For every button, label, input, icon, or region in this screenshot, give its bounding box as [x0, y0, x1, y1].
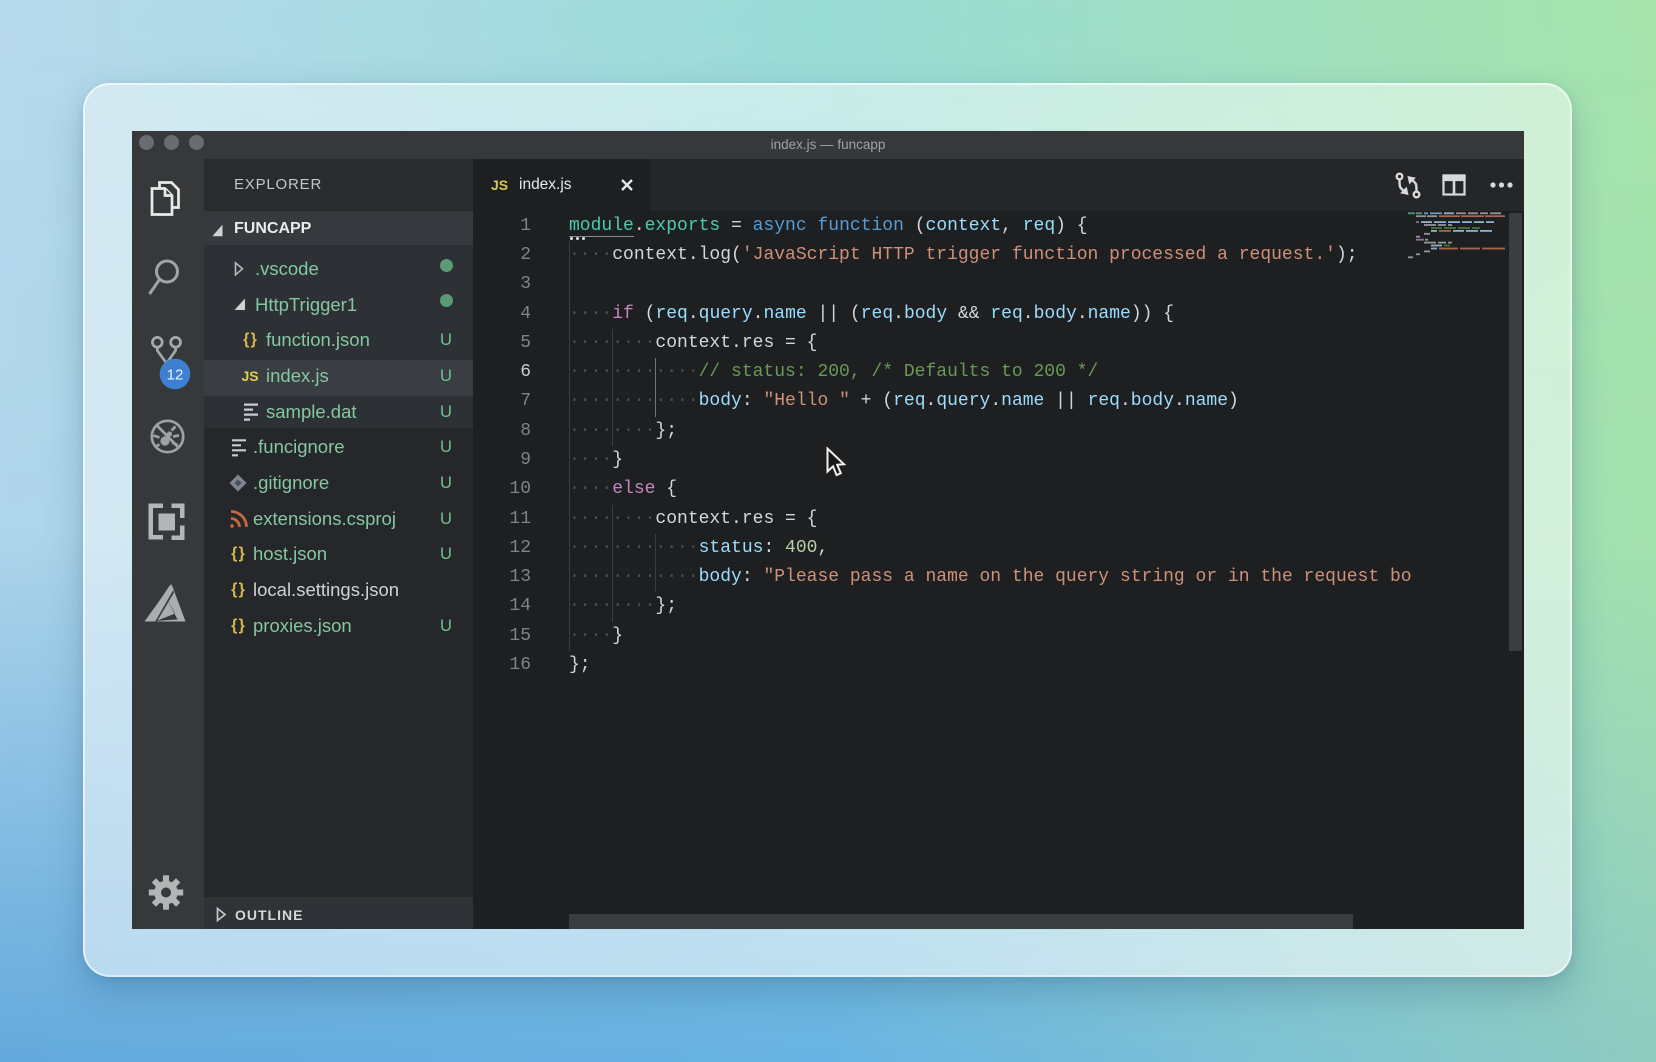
svg-text:12: 12 — [167, 367, 184, 384]
